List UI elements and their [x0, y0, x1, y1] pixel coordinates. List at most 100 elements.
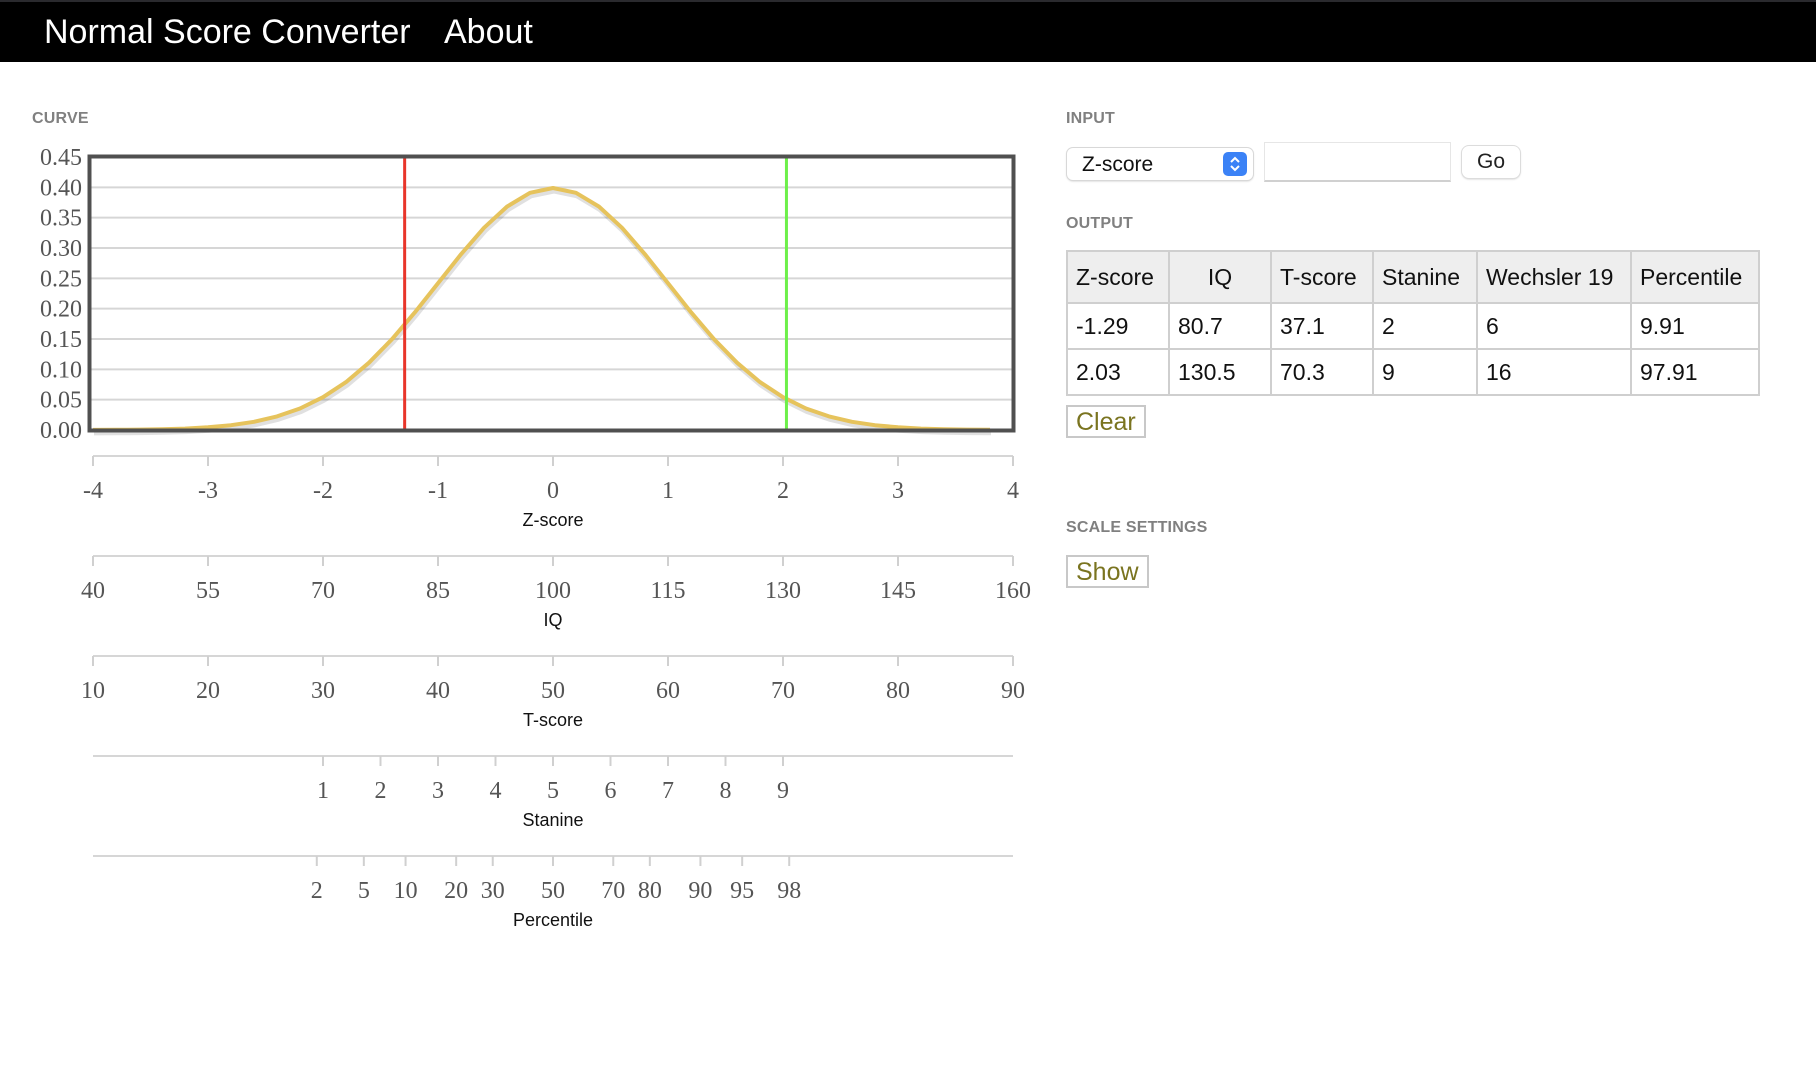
col-header-iq: IQ — [1168, 250, 1272, 304]
clear-button[interactable]: Clear — [1066, 405, 1146, 438]
cell-iq: 80.7 — [1168, 302, 1272, 350]
axis-tick-label: -4 — [83, 478, 103, 504]
axis-tick-label: 1 — [317, 778, 329, 804]
axis-tick-label: 70 — [771, 678, 795, 704]
axis-tick-label: 4 — [490, 778, 502, 804]
cell-tscore: 37.1 — [1270, 302, 1374, 350]
y-tick-label: 0.25 — [40, 266, 82, 292]
axis-tick-label: 70 — [601, 878, 625, 904]
col-header-percentile: Percentile — [1630, 250, 1760, 304]
axis-tick-label: 10 — [394, 878, 418, 904]
col-header-wechsler: Wechsler 19 — [1476, 250, 1632, 304]
cell-percentile: 97.91 — [1630, 348, 1760, 396]
axis-tick-label: 100 — [535, 578, 571, 604]
axis-tick-label: 60 — [656, 678, 680, 704]
col-header-tscore: T-score — [1270, 250, 1374, 304]
axis-tick-label: 40 — [426, 678, 450, 704]
axis-tick-label: 6 — [605, 778, 617, 804]
show-scale-settings-button[interactable]: Show — [1066, 555, 1149, 588]
axis-tick-label: 7 — [662, 778, 674, 804]
scale-select[interactable]: Z-score — [1067, 148, 1253, 180]
col-header-zscore: Z-score — [1066, 250, 1170, 304]
input-section-label: INPUT — [1066, 110, 1115, 127]
axis-tick-label: 5 — [358, 878, 370, 904]
cell-tscore: 70.3 — [1270, 348, 1374, 396]
go-button[interactable]: Go — [1462, 146, 1520, 178]
axis-tick-label: 0 — [547, 478, 559, 504]
axis-tick-label: 2 — [375, 778, 387, 804]
axis-tick-label: 2 — [777, 478, 789, 504]
navbar: Normal Score Converter About — [0, 2, 1816, 62]
axis-tick-label: 10 — [81, 678, 105, 704]
axis-tick-label: 90 — [688, 878, 712, 904]
y-tick-label: 0.45 — [40, 145, 82, 171]
scale-settings-label: SCALE SETTINGS — [1066, 519, 1208, 536]
axis-tick-label: 3 — [432, 778, 444, 804]
cell-zscore: 2.03 — [1066, 348, 1170, 396]
axis-title-t-score: T-score — [523, 710, 583, 730]
axis-tick-label: -1 — [428, 478, 448, 504]
axis-tick-label: 2 — [311, 878, 323, 904]
axis-tick-label: 50 — [541, 878, 565, 904]
cell-zscore: -1.29 — [1066, 302, 1170, 350]
axis-tick-label: 55 — [196, 578, 220, 604]
output-table: Z-score IQ T-score Stanine Wechsler 19 P… — [1066, 250, 1760, 396]
table-row: -1.29 80.7 37.1 2 6 9.91 — [1066, 302, 1760, 350]
axis-tick-label: 3 — [892, 478, 904, 504]
curve-chart: 0.00 0.05 0.10 0.15 0.20 0.25 0.30 0.35 0.40 0.45… — [40, 145, 1031, 930]
axis-title-percentile: Percentile — [513, 910, 593, 930]
nav-about-link[interactable]: About — [444, 12, 533, 52]
select-updown-icon — [1223, 152, 1247, 176]
axis-tick-label: 98 — [777, 878, 801, 904]
y-tick-label: 0.20 — [40, 297, 82, 323]
axis-tick-label: 40 — [81, 578, 105, 604]
axis-tick-label: 20 — [444, 878, 468, 904]
output-section-label: OUTPUT — [1066, 215, 1133, 232]
y-tick-label: 0.10 — [40, 357, 82, 383]
axis-tick-label: 8 — [720, 778, 732, 804]
axis-tick-label: 90 — [1001, 678, 1025, 704]
axis-tick-label: 4 — [1007, 478, 1019, 504]
axis-tick-label: 130 — [765, 578, 801, 604]
axis-tick-label: 5 — [547, 778, 559, 804]
axis-tick-label: 70 — [311, 578, 335, 604]
axis-tick-label: 95 — [730, 878, 754, 904]
nav-home-link[interactable]: Normal Score Converter — [44, 12, 411, 52]
axis-tick-label: 160 — [995, 578, 1031, 604]
cell-wechsler: 6 — [1476, 302, 1632, 350]
y-tick-label: 0.00 — [40, 418, 82, 444]
curve-shadow — [93, 188, 992, 436]
axis-tick-label: -3 — [198, 478, 218, 504]
axis-tick-label: 30 — [481, 878, 505, 904]
table-header-row: Z-score IQ T-score Stanine Wechsler 19 P… — [1066, 250, 1760, 304]
cell-stanine: 2 — [1372, 302, 1478, 350]
axis-tick-label: 1 — [662, 478, 674, 504]
table-row: 2.03 130.5 70.3 9 16 97.91 — [1066, 348, 1760, 396]
axis-tick-label: -2 — [313, 478, 333, 504]
score-input[interactable] — [1264, 142, 1451, 182]
axis-tick-label: 80 — [638, 878, 662, 904]
axis-tick-label: 50 — [541, 678, 565, 704]
cell-iq: 130.5 — [1168, 348, 1272, 396]
cell-wechsler: 16 — [1476, 348, 1632, 396]
axis-tick-label: 145 — [880, 578, 916, 604]
curve-section-label: CURVE — [32, 110, 89, 127]
axis-tick-label: 80 — [886, 678, 910, 704]
y-tick-label: 0.05 — [40, 388, 82, 414]
cell-percentile: 9.91 — [1630, 302, 1760, 350]
cell-stanine: 9 — [1372, 348, 1478, 396]
y-tick-label: 0.35 — [40, 206, 82, 232]
axis-title-iq: IQ — [543, 610, 562, 630]
axis-title-z-score: Z-score — [522, 510, 583, 530]
y-tick-label: 0.15 — [40, 327, 82, 353]
col-header-stanine: Stanine — [1372, 250, 1478, 304]
axis-tick-label: 115 — [650, 578, 685, 604]
scale-select-value: Z-score — [1082, 153, 1154, 176]
y-tick-label: 0.30 — [40, 236, 82, 262]
y-tick-label: 0.40 — [40, 175, 82, 201]
plot-frame — [87, 154, 1016, 433]
axis-tick-label: 85 — [426, 578, 450, 604]
axis-tick-label: 30 — [311, 678, 335, 704]
axis-tick-label: 9 — [777, 778, 789, 804]
axis-tick-label: 20 — [196, 678, 220, 704]
